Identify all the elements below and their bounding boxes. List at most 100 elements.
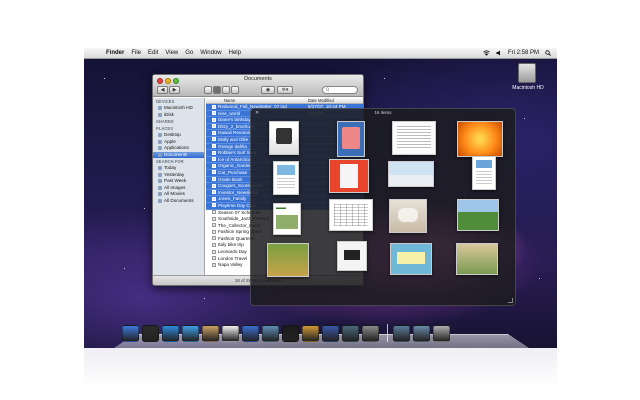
thumbnail-antarctica[interactable] [388,161,434,187]
thumbnail-playtime[interactable] [390,243,432,275]
time-machine-icon[interactable] [342,325,359,342]
column-view-button[interactable] [222,86,230,94]
menu-finder[interactable]: Finder [106,50,124,56]
home-icon [158,139,162,144]
document-icon [212,130,216,135]
clock-icon [158,166,162,171]
action-menu-button[interactable]: ✲▾ [277,86,293,94]
quick-look-panel[interactable]: ✕ 16 items ▬▬ [250,108,516,306]
system-preferences-icon[interactable] [362,325,379,342]
sidebar-item-documents[interactable]: Documents [153,151,204,158]
document-icon [212,170,216,175]
thumbnail-molly-dog[interactable] [389,199,427,233]
file-name: Jones_Family [218,196,247,202]
garageband-icon[interactable] [302,325,319,342]
star [144,208,145,209]
spaces-icon[interactable] [322,325,339,342]
finder-icon[interactable] [122,325,139,342]
clock[interactable]: Fri 2:58 PM [508,50,539,56]
star [124,268,125,269]
document-icon [212,242,216,247]
search-field[interactable]: Q [322,86,358,94]
file-name: Hawaii Reunion [218,130,251,136]
applications-icon [158,146,162,151]
resize-handle[interactable] [508,298,513,303]
star [524,118,525,119]
menu-file[interactable]: File [131,50,141,56]
document-icon [212,124,216,129]
forward-button[interactable]: ▶ [169,86,180,94]
thumbnail-organic-garden[interactable] [472,156,496,190]
eye-icon: ◉ [265,87,271,93]
thumbnail-napa-valley[interactable] [457,199,499,231]
thumbnail-document[interactable] [392,121,436,155]
search-icon: Q [326,87,330,92]
downloads-stack-icon[interactable] [413,325,430,342]
thumbnail-brochure[interactable] [273,161,299,195]
thumbnail-orange-dahlia[interactable] [457,121,503,157]
iphoto-icon[interactable] [262,325,279,342]
menu-window[interactable]: Window [200,50,221,56]
document-icon [212,104,216,109]
star [539,278,540,279]
document-icon [212,150,216,155]
wifi-icon[interactable] [483,50,490,56]
thumbnail-jones-family[interactable] [267,243,309,277]
star [104,78,105,79]
icon-view-button[interactable] [204,86,212,94]
document-icon [212,229,216,234]
menu-go[interactable]: Go [185,50,193,56]
dashboard-icon[interactable] [142,325,159,342]
menu-edit[interactable]: Edit [148,50,158,56]
quick-look-button[interactable]: ◉ [261,86,275,94]
document-icon [212,256,216,261]
back-button[interactable]: ◀ [157,86,168,94]
document-icon [212,262,216,267]
thumbnail-redwoods[interactable]: ▬▬ [273,203,301,235]
documents-stack-icon[interactable] [393,325,410,342]
gear-icon: ✲▾ [281,87,289,93]
sidebar-item-label: Documents [164,151,188,157]
thumbnail-nine-world[interactable] [337,121,365,157]
address-book-icon[interactable] [202,325,219,342]
sidebar-item-label: All Documents [164,197,194,203]
trash-icon[interactable] [433,325,450,342]
window-title: Documents [244,76,272,82]
thumbnail-cougars[interactable] [337,241,367,271]
sidebar-item-idisk[interactable]: iDisk [153,112,204,119]
ical-icon[interactable] [222,325,239,342]
document-icon [212,196,216,201]
thumbnail-hawaii-reunion[interactable] [456,243,498,275]
menu-view[interactable]: View [165,50,178,56]
list-view-button[interactable] [213,86,221,94]
menu-bar: Finder File Edit View Go Window Help Fri… [84,48,557,59]
thumbnail-surf-shop[interactable] [329,159,369,193]
hard-drive-label[interactable]: Macintosh HD [504,85,552,91]
file-name: Leonardo Day [218,249,247,255]
thumbnail-newsletter[interactable] [269,121,299,155]
document-icon [212,183,216,188]
dock-separator [387,324,388,342]
document-icon [212,117,216,122]
volume-icon[interactable] [496,50,502,56]
file-name: Organic_Garden [218,163,252,169]
cover-flow-button[interactable] [231,86,239,94]
safari-icon[interactable] [162,325,179,342]
file-name: London Travel [218,255,248,261]
document-icon [212,163,216,168]
hard-drive-icon[interactable] [518,63,536,83]
file-name: Molly and Ollie [218,136,249,142]
document-icon [212,111,216,116]
itunes-icon[interactable] [242,325,259,342]
file-name: Ditzy_2_brochure [218,123,255,129]
document-icon [212,249,216,254]
file-name: Grade Book [218,176,243,182]
ichat-icon[interactable] [182,325,199,342]
spotlight-icon[interactable] [545,50,551,56]
sidebar-item-all-documents[interactable]: All Documents [153,198,204,205]
imovie-icon[interactable] [282,325,299,342]
thumbnail-grade-book[interactable] [329,199,373,231]
menu-help[interactable]: Help [229,50,241,56]
finder-titlebar[interactable]: Documents ◀ ▶ ◉ ✲▾ Q [153,75,363,97]
document-icon [212,236,216,241]
